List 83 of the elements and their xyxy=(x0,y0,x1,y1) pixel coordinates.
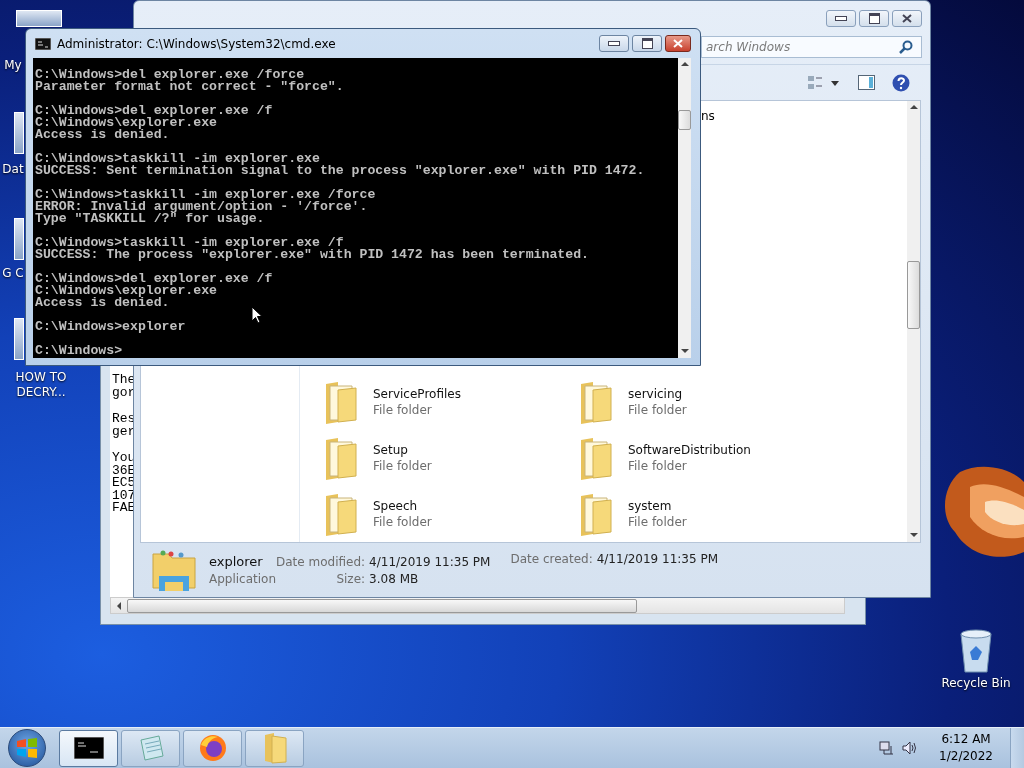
file-name[interactable]: SoftwareDistribution xyxy=(628,442,751,458)
folder-taskbar-button[interactable] xyxy=(245,729,304,767)
cmd-taskbar-button[interactable] xyxy=(59,729,118,767)
console-line: C:\Windows>del explorer.exe /force xyxy=(35,69,305,81)
vertical-scrollbar[interactable] xyxy=(678,58,691,358)
text-line: gor xyxy=(112,386,136,399)
console-line: C:\Windows>explorer xyxy=(35,321,187,333)
console-line: C:\Windows>del explorer.exe /f xyxy=(35,105,274,117)
shortcut-icon[interactable] xyxy=(14,112,24,154)
property-value: 4/11/2019 11:35 PM xyxy=(596,552,719,566)
search-icon xyxy=(899,40,913,54)
show-desktop-button[interactable] xyxy=(1010,728,1024,768)
console-line: Type "TASKKILL /?" for usage. xyxy=(35,213,265,225)
file-name[interactable]: ServiceProfiles xyxy=(373,386,461,402)
file-name: explorer xyxy=(209,554,264,569)
maximize-button[interactable] xyxy=(859,10,889,27)
shortcut-icon[interactable] xyxy=(16,10,62,27)
console-line: C:\Windows>taskkill -im explorer.exe /f xyxy=(35,237,344,249)
close-button[interactable] xyxy=(892,10,922,27)
file-name[interactable]: system xyxy=(628,498,687,514)
mouse-cursor-icon xyxy=(251,306,263,324)
firefox-taskbar-button[interactable] xyxy=(183,729,242,767)
console-line: C:\Windows\explorer.exe xyxy=(35,117,218,129)
recycle-bin-icon[interactable] xyxy=(958,628,994,674)
desktop-icon-label[interactable]: Dat xyxy=(2,162,24,177)
file-name[interactable]: ns xyxy=(701,108,907,124)
browser-icon xyxy=(197,733,228,763)
desktop-icon-label[interactable]: Recycle Bin xyxy=(941,676,1011,690)
text-line: 107 xyxy=(112,489,136,502)
clock-time[interactable]: 6:12 AM xyxy=(941,731,991,748)
file-type: File folder xyxy=(628,514,687,530)
close-icon xyxy=(902,14,912,23)
file-name[interactable]: Setup xyxy=(373,442,432,458)
file-type: File folder xyxy=(628,402,687,418)
network-icon[interactable] xyxy=(879,740,896,756)
console-icon xyxy=(73,737,104,759)
shortcut-icon[interactable] xyxy=(14,318,24,360)
desktop-icon-label[interactable]: My xyxy=(2,58,24,73)
console-line: C:\Windows>taskkill -im explorer.exe xyxy=(35,153,321,165)
property-value: 3.08 MB xyxy=(369,571,420,586)
console-line: Access is denied. xyxy=(35,297,170,309)
clock-date[interactable]: 1/2/2022 xyxy=(939,748,993,765)
window-title: Administrator: C:\Windows\System32\cmd.exe xyxy=(57,36,336,51)
desktop-icon-label[interactable]: G C xyxy=(2,266,24,281)
file-type: File folder xyxy=(373,458,432,474)
file-type: File folder xyxy=(628,458,688,474)
file-name[interactable]: Speech xyxy=(373,498,432,514)
file-type: File folder xyxy=(373,514,432,530)
property-label: Date created: xyxy=(510,552,593,566)
property-value: 4/11/2019 11:35 PM xyxy=(369,554,491,569)
property-label: Date modified: xyxy=(276,554,366,569)
console-line: C:\Windows> xyxy=(35,345,124,357)
close-icon xyxy=(673,39,683,48)
vertical-scrollbar[interactable] xyxy=(907,101,920,542)
preview-pane-icon[interactable] xyxy=(858,75,875,90)
file-name[interactable]: servicing xyxy=(628,386,687,402)
console-line: Access is denied. xyxy=(35,129,170,141)
console-line: C:\Windows\explorer.exe xyxy=(35,285,218,297)
maximize-button[interactable] xyxy=(632,35,662,52)
console-line: Parameter format not correct - "force". xyxy=(35,81,345,93)
console-line: C:\Windows>del explorer.exe /f xyxy=(35,273,274,285)
console-line: C:\Windows>taskkill -im explorer.exe /force xyxy=(35,189,377,201)
close-button[interactable] xyxy=(665,35,691,52)
windows-logo-icon xyxy=(15,736,39,760)
explorer-app-icon xyxy=(151,548,197,592)
desktop-icon-label[interactable]: HOW TO DECRY... xyxy=(8,370,74,400)
file-type: Application xyxy=(209,572,276,586)
text-line: Res xyxy=(112,413,136,426)
shortcut-icon[interactable] xyxy=(14,218,24,260)
console-line: SUCCESS: The process "explorer.exe" with PID 1472 has been terminated. xyxy=(35,249,590,261)
volume-icon[interactable] xyxy=(902,740,919,756)
start-button[interactable] xyxy=(8,729,46,767)
help-icon[interactable] xyxy=(892,73,910,92)
text-line: ger xyxy=(112,425,136,438)
view-options-icon[interactable] xyxy=(807,74,841,91)
file-type: File folder xyxy=(373,402,433,418)
console-line: SUCCESS: Sent termination signal to the process "explorer.exe" with PID 1472. xyxy=(35,165,646,177)
minimize-button[interactable] xyxy=(599,35,629,52)
minimize-button[interactable] xyxy=(826,10,856,27)
console-line: ERROR: Invalid argument/option - '/force'. xyxy=(35,201,369,213)
console-icon xyxy=(35,37,51,50)
search-field[interactable]: arch Windows xyxy=(701,36,922,58)
property-label: Size: xyxy=(335,571,366,586)
